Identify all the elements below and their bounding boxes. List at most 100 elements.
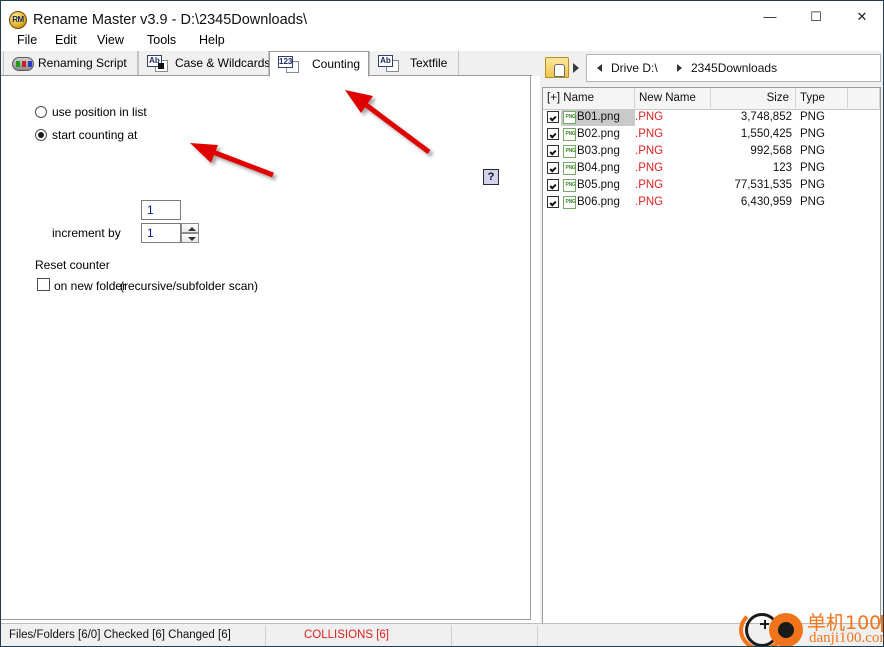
close-button[interactable]: ✕ xyxy=(839,1,883,32)
column-header-size[interactable]: Size xyxy=(711,88,796,108)
png-file-icon xyxy=(563,145,577,158)
table-row[interactable]: B01.png .PNG 3,748,852 PNG xyxy=(543,109,880,126)
dropdown-caret-icon[interactable] xyxy=(573,63,579,73)
ab-pages-icon: Ab xyxy=(378,55,400,72)
breadcrumb-separator-icon xyxy=(677,64,682,72)
row-size: 6,430,959 xyxy=(740,196,792,208)
column-header[interactable] xyxy=(848,88,880,108)
menu-item-view[interactable]: View xyxy=(91,29,130,51)
increment-by-input[interactable]: 1 xyxy=(141,223,181,243)
row-new-name: .PNG xyxy=(635,196,664,208)
spinner-up-button[interactable] xyxy=(181,223,199,233)
row-checkbox[interactable] xyxy=(547,128,559,140)
help-button[interactable]: ? xyxy=(483,169,499,185)
menu-item-tools[interactable]: Tools xyxy=(141,29,182,51)
hand-glyph xyxy=(554,64,565,77)
row-type: PNG xyxy=(800,196,825,208)
column-header-type[interactable]: Type xyxy=(796,88,848,108)
breadcrumb-back-icon[interactable] xyxy=(597,64,602,72)
row-type: PNG xyxy=(800,128,825,140)
options-pane: use position in list start counting at 1… xyxy=(1,76,532,621)
tab-label: Renaming Script xyxy=(38,56,127,70)
row-type: PNG xyxy=(800,162,825,174)
column-header-label: Size xyxy=(766,92,789,104)
column-header-name[interactable]: [+] Name xyxy=(543,88,635,108)
row-filename: B01.png xyxy=(577,111,620,123)
row-size: 77,531,535 xyxy=(734,179,792,191)
row-type: PNG xyxy=(800,145,825,157)
row-filename: B04.png xyxy=(577,162,620,174)
png-file-icon xyxy=(563,196,577,209)
caret-down-icon xyxy=(188,237,196,241)
increment-by-label: increment by xyxy=(52,226,121,240)
spinner-down-button[interactable] xyxy=(181,233,199,243)
checkbox-label-on-new-folder: on new folder xyxy=(54,279,127,293)
file-list-header: [+] Name New Name Size Type xyxy=(543,88,880,110)
breadcrumb-drive[interactable]: Drive D:\ xyxy=(611,61,658,75)
row-filename: B03.png xyxy=(577,145,620,157)
row-name-cell[interactable]: B02.png xyxy=(561,126,635,143)
row-size: 1,550,425 xyxy=(740,128,792,140)
row-filename: B06.png xyxy=(577,196,620,208)
row-checkbox[interactable] xyxy=(547,145,559,157)
table-row[interactable]: B04.png .PNG 123 PNG xyxy=(543,160,880,177)
row-checkbox[interactable] xyxy=(547,196,559,208)
radio-label-start-counting: start counting at xyxy=(52,128,138,142)
tab-renaming-script[interactable]: Renaming Script xyxy=(3,51,138,76)
increment-spinner[interactable] xyxy=(181,223,199,243)
tab-case-wildcards[interactable]: Ab Case & Wildcards xyxy=(138,51,271,76)
row-type: PNG xyxy=(800,111,825,123)
row-checkbox[interactable] xyxy=(547,162,559,174)
folder-hand-icon[interactable] xyxy=(545,57,569,78)
tab-label: Textfile xyxy=(410,56,448,70)
minimize-icon: — xyxy=(763,9,777,24)
menu-item-edit[interactable]: Edit xyxy=(49,29,83,51)
row-filename: B02.png xyxy=(577,128,620,140)
table-row[interactable]: B05.png .PNG 77,531,535 PNG xyxy=(543,177,880,194)
status-separator-2 xyxy=(451,625,452,646)
column-header-label: Type xyxy=(800,92,825,104)
minimize-button[interactable]: — xyxy=(747,1,793,32)
ab-pages-icon: Ab xyxy=(147,55,169,72)
options-pane-surface xyxy=(1,76,531,620)
row-checkbox[interactable] xyxy=(547,111,559,123)
menu-item-help[interactable]: Help xyxy=(193,29,231,51)
title-bar: RM Rename Master v3.9 - D:\2345Downloads… xyxy=(1,1,883,40)
row-new-name: .PNG xyxy=(635,179,664,191)
123-pages-icon: 123 xyxy=(278,56,300,73)
row-name-cell[interactable]: B03.png xyxy=(561,143,635,160)
row-name-cell[interactable]: B05.png xyxy=(561,177,635,194)
status-files-info: Files/Folders [6/0] Checked [6] Changed … xyxy=(9,629,231,641)
row-name-cell[interactable]: B06.png xyxy=(561,194,635,211)
tab-textfile[interactable]: Ab Textfile xyxy=(369,51,459,76)
row-name-cell[interactable]: B04.png xyxy=(561,160,635,177)
radio-indicator-use-position xyxy=(35,106,47,118)
row-checkbox[interactable] xyxy=(547,179,559,191)
breadcrumb[interactable]: Drive D:\ 2345Downloads xyxy=(586,54,881,82)
row-size: 992,568 xyxy=(750,145,792,157)
file-browser-pane: Drive D:\ 2345Downloads [+] Name New Name… xyxy=(540,51,883,646)
status-separator-1 xyxy=(265,625,266,646)
table-row[interactable]: B03.png .PNG 992,568 PNG xyxy=(543,143,880,160)
row-size: 123 xyxy=(772,162,792,174)
column-header-new-name[interactable]: New Name xyxy=(635,88,711,108)
row-name-cell[interactable]: B01.png xyxy=(561,109,635,126)
row-filename: B05.png xyxy=(577,179,620,191)
tab-counting[interactable]: 123 Counting xyxy=(269,51,369,77)
maximize-button[interactable]: ☐ xyxy=(793,1,839,32)
png-file-icon xyxy=(563,162,577,175)
start-counting-input[interactable]: 1 xyxy=(141,200,181,220)
column-header-label: New Name xyxy=(639,92,696,104)
row-new-name: .PNG xyxy=(635,162,664,174)
breadcrumb-folder[interactable]: 2345Downloads xyxy=(691,61,777,75)
radio-label-use-position: use position in list xyxy=(52,105,147,119)
table-row[interactable]: B02.png .PNG 1,550,425 PNG xyxy=(543,126,880,143)
tab-label: Case & Wildcards xyxy=(175,56,271,70)
row-new-name: .PNG xyxy=(635,145,664,157)
menu-item-file[interactable]: File xyxy=(11,29,43,51)
window-title: Rename Master v3.9 - D:\2345Downloads\ xyxy=(33,12,308,28)
checkbox-note-on-new-folder: (recursive/subfolder scan) xyxy=(120,279,259,293)
table-row[interactable]: B06.png .PNG 6,430,959 PNG xyxy=(543,194,880,211)
checkbox-on-new-folder[interactable] xyxy=(37,278,50,291)
renaming-script-icon xyxy=(12,55,34,72)
